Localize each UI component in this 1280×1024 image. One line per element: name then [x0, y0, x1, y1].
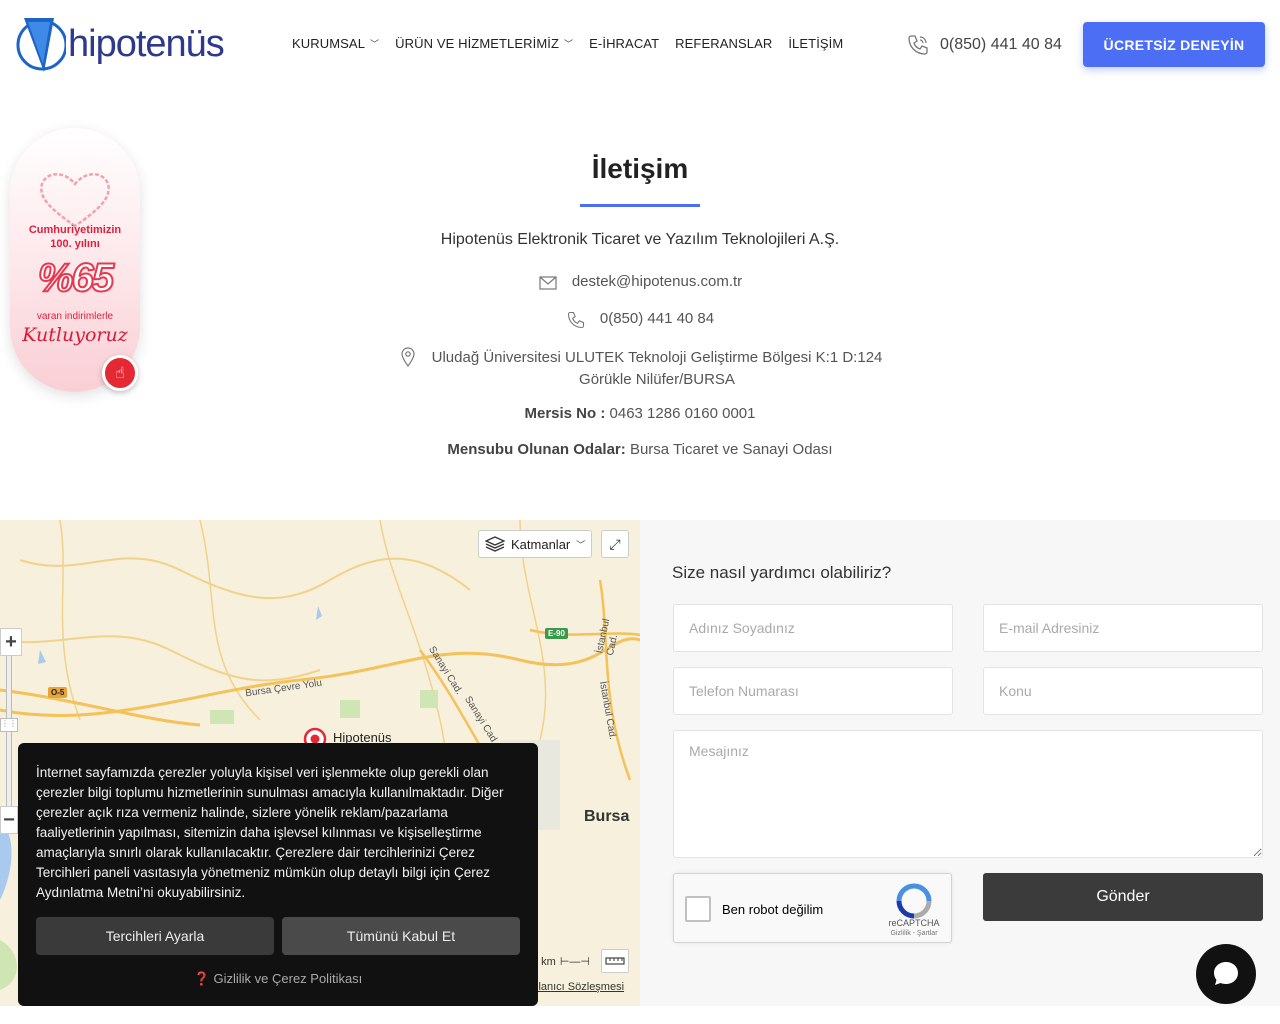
map-terms-link[interactable]: llanıcı Sözleşmesi — [536, 981, 624, 993]
header-phone-link[interactable]: 0(850) 441 40 84 — [906, 33, 1062, 57]
cookie-consent-text: İnternet sayfamızda çerezler yoluyla kiş… — [36, 765, 504, 900]
contact-email-row: destek@hipotenus.com.tr — [0, 273, 1280, 293]
name-input[interactable] — [673, 604, 953, 652]
contact-email[interactable]: destek@hipotenus.com.tr — [572, 273, 742, 290]
map-zoom-out-button[interactable]: − — [0, 806, 18, 834]
recaptcha-widget: Ben robot değilim reCAPTCHA Gizlilik - Ş… — [673, 873, 952, 943]
nav-item-iletisim[interactable]: İLETİŞİM — [788, 36, 843, 51]
message-textarea[interactable] — [673, 730, 1263, 858]
main-nav: KURUMSAL ﹀ ÜRÜN VE HİZMETLERİMİZ ﹀ E-İHR… — [292, 36, 843, 51]
free-trial-button[interactable]: ÜCRETSİZ DENEYİN — [1083, 22, 1265, 67]
logo[interactable]: hipotenüs — [14, 14, 225, 74]
chamber-row: Mensubu Olunan Odalar: Bursa Ticaret ve … — [0, 441, 1280, 458]
logo-text: hipotenüs — [68, 22, 225, 65]
live-chat-button[interactable] — [1196, 944, 1256, 1004]
cookie-accept-all-button[interactable]: Tümünü Kabul Et — [282, 917, 520, 955]
title-underline — [580, 204, 700, 207]
layers-icon — [485, 536, 505, 552]
nav-item-label: E-İHRACAT — [589, 36, 660, 51]
map-city-label: Bursa — [584, 808, 630, 825]
chevron-down-icon: ﹀ — [370, 39, 380, 49]
question-circle-icon: ❓ — [193, 971, 210, 986]
phone-icon — [908, 35, 928, 55]
email-input[interactable] — [983, 604, 1263, 652]
chamber-value: Bursa Ticaret ve Sanayi Odası — [629, 441, 833, 458]
recaptcha-label: Ben robot değilim — [722, 902, 824, 917]
map-scale: 4 km ⊢—⊣ — [532, 955, 591, 969]
cookie-preferences-button[interactable]: Tercihleri Ayarla — [36, 917, 274, 955]
minus-icon: − — [3, 808, 15, 831]
contact-address-row: Uludağ Üniversitesi ULUTEK Teknoloji Gel… — [0, 347, 1280, 391]
nav-item-e-ihracat[interactable]: E-İHRACAT — [589, 36, 659, 51]
contact-phone[interactable]: 0(850) 441 40 84 — [600, 310, 714, 327]
privacy-policy-link[interactable]: ❓ Gizlilik ve Çerez Politikası — [18, 971, 538, 987]
page-title: İletişim — [591, 153, 689, 184]
ruler-icon — [605, 957, 625, 965]
recaptcha-checkbox[interactable] — [685, 896, 711, 922]
chamber-label: Mensubu Olunan Odalar: — [447, 441, 626, 458]
contact-address: Uludağ Üniversitesi ULUTEK Teknoloji Gel… — [432, 347, 883, 391]
address-line-2: Görükle Nilüfer/BURSA — [579, 371, 735, 388]
map-fullscreen-button[interactable]: ⤢ — [601, 530, 629, 558]
address-line-1: Uludağ Üniversitesi ULUTEK Teknoloji Gel… — [431, 349, 883, 366]
page: hipotenüs KURUMSAL ﹀ ÜRÜN VE HİZMETLERİM… — [0, 0, 1280, 1024]
recaptcha-logo-icon — [896, 883, 932, 919]
chevron-down-icon: ﹀ — [564, 39, 574, 49]
nav-item-label: İLETİŞİM — [788, 36, 844, 51]
chevron-down-icon: ﹀ — [576, 539, 586, 550]
nav-item-label: ÜRÜN VE HİZMETLERİMİZ — [395, 36, 560, 51]
map-layers-button[interactable]: Katmanlar ﹀ — [478, 530, 592, 558]
plus-icon: + — [5, 630, 17, 653]
nav-item-urun-ve-hizmetler[interactable]: ÜRÜN VE HİZMETLERİMİZ ﹀ — [395, 36, 573, 51]
site-header: hipotenüs KURUMSAL ﹀ ÜRÜN VE HİZMETLERİM… — [0, 0, 1280, 90]
mersis-row: Mersis No : 0463 1286 0160 0001 — [0, 405, 1280, 422]
location-pin-icon — [398, 347, 418, 367]
form-title: Size nasıl yardımcı olabiliriz? — [672, 563, 892, 582]
scale-bar-icon: ⊢—⊣ — [559, 956, 591, 968]
subject-input[interactable] — [983, 667, 1263, 715]
map-zoom-in-button[interactable]: + — [0, 628, 22, 656]
map-zoom-slider-handle[interactable]: ⋮⋮ — [0, 718, 18, 732]
nav-item-kurumsal[interactable]: KURUMSAL ﹀ — [292, 36, 379, 51]
privacy-policy-label: Gizlilik ve Çerez Politikası — [213, 971, 363, 986]
logo-mark-icon — [16, 18, 66, 72]
expand-icon: ⤢ — [609, 535, 621, 552]
road-shield: O-5 — [48, 687, 68, 698]
mersis-value: 0463 1286 0160 0001 — [609, 405, 756, 422]
envelope-icon — [538, 273, 558, 293]
nav-item-label: REFERANSLAR — [675, 36, 773, 51]
nav-item-label: KURUMSAL — [292, 36, 366, 51]
map-ruler-button[interactable] — [601, 949, 629, 973]
phone-icon — [566, 310, 586, 330]
company-name: Hipotenüs Elektronik Ticaret ve Yazılım … — [440, 231, 840, 248]
road-shield: E-90 — [545, 628, 568, 639]
nav-item-referanslar[interactable]: REFERANSLAR — [675, 36, 772, 51]
submit-button[interactable]: Gönder — [983, 873, 1263, 921]
contact-phone-row: 0(850) 441 40 84 — [0, 310, 1280, 330]
mersis-label: Mersis No : — [524, 405, 606, 422]
header-phone-number: 0(850) 441 40 84 — [940, 36, 1062, 53]
cookie-consent-banner: İnternet sayfamızda çerezler yoluyla kiş… — [18, 743, 538, 1006]
chat-bubble-icon — [1214, 962, 1238, 985]
recaptcha-terms-link[interactable]: Gizlilik - Şartlar — [882, 930, 946, 937]
recaptcha-brand: reCAPTCHA — [888, 918, 940, 928]
phone-input[interactable] — [673, 667, 953, 715]
map-layers-label: Katmanlar — [511, 536, 571, 552]
